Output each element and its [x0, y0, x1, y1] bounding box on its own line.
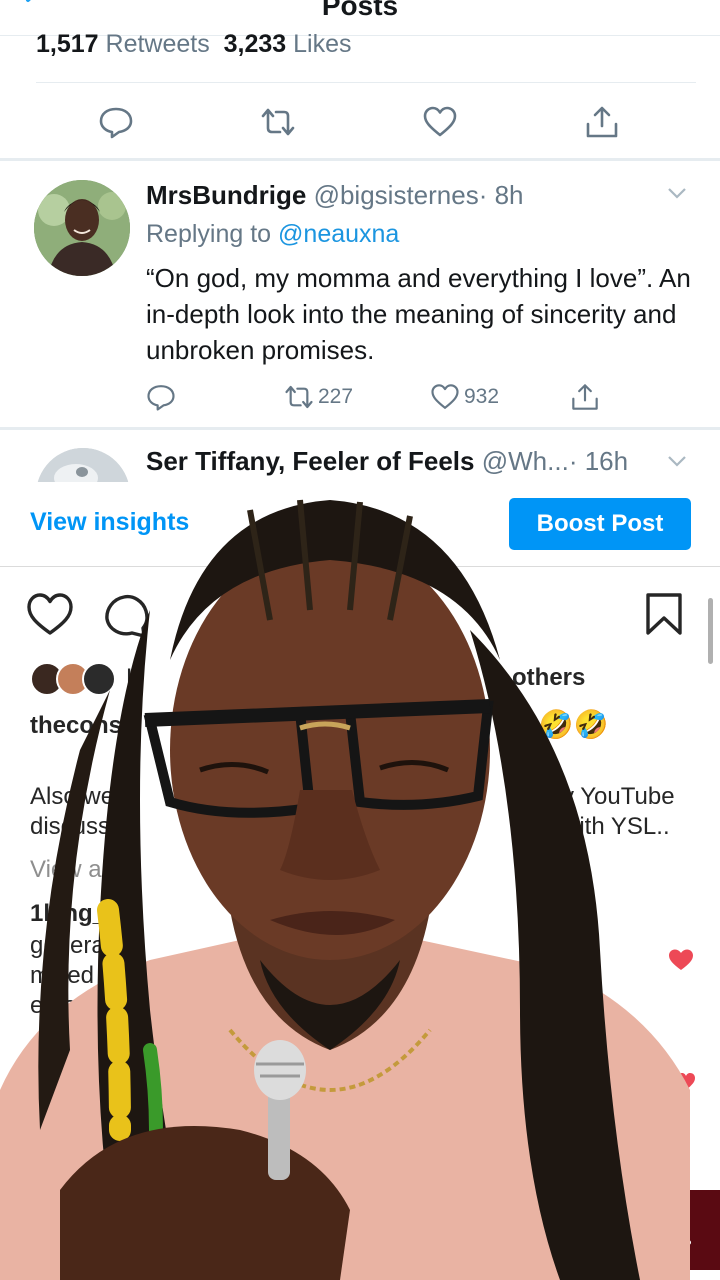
author-handle: @Wh...	[481, 446, 569, 476]
twitter-screenshot: Posts 1,517 Retweets 3,233 Likes MrsBund…	[0, 0, 720, 482]
chevron-down-icon[interactable]	[666, 452, 688, 470]
green-screen-person	[0, 499, 690, 1280]
reply-action[interactable]	[146, 382, 176, 412]
stats-divider	[36, 82, 696, 83]
replying-to: Replying to @neauxna	[146, 220, 399, 249]
scrollbar[interactable]	[708, 598, 713, 664]
likes-label[interactable]: Likes	[293, 30, 351, 58]
avatar[interactable]	[34, 180, 130, 276]
replying-to-handle[interactable]: @neauxna	[278, 220, 399, 248]
section-divider	[0, 158, 720, 161]
retweets-count: 1,517	[36, 30, 99, 58]
chevron-down-icon[interactable]	[666, 184, 688, 202]
replying-to-label: Replying to	[146, 220, 272, 248]
avatar[interactable]	[36, 448, 130, 482]
share-icon[interactable]	[584, 104, 620, 140]
tweet-time: · 16h	[568, 446, 629, 476]
retweet-icon[interactable]	[260, 104, 296, 140]
tweet-actions	[0, 100, 720, 144]
tweet-time: · 8h	[478, 180, 524, 210]
reply-icon	[147, 385, 175, 411]
likes-count: 3,233	[223, 30, 287, 58]
like-action[interactable]: 932	[430, 382, 499, 412]
heart-icon[interactable]	[422, 104, 458, 140]
tweet-stats: 1,517 Retweets 3,233 Likes	[36, 30, 352, 59]
reply-author: MrsBundrige @bigsisternes· 8h	[146, 180, 524, 211]
page-title: Posts	[321, 0, 399, 21]
share-action[interactable]	[570, 382, 600, 412]
retweet-count: 227	[318, 385, 354, 408]
retweet-action[interactable]: 227	[284, 382, 353, 412]
tweet-text: “On god, my momma and everything I love”…	[146, 263, 691, 365]
reply-actions: 227 932	[146, 382, 616, 412]
author-name[interactable]: Ser Tiffany, Feeler of Feels	[146, 446, 475, 476]
author-handle: @bigsisternes	[313, 180, 479, 210]
reply-tweet[interactable]: MrsBundrige @bigsisternes· 8h Replying t…	[0, 162, 720, 427]
author-name[interactable]: MrsBundrige	[146, 180, 306, 210]
like-count: 932	[464, 385, 500, 408]
reply-icon[interactable]	[98, 104, 134, 140]
reply-author: Ser Tiffany, Feeler of Feels @Wh...· 16h	[146, 446, 628, 477]
share-icon	[572, 384, 598, 410]
retweet-icon	[285, 385, 313, 409]
retweets-label[interactable]: Retweets	[106, 30, 210, 58]
reply-tweet[interactable]: Ser Tiffany, Feeler of Feels @Wh...· 16h	[0, 430, 720, 482]
heart-icon	[431, 384, 459, 409]
